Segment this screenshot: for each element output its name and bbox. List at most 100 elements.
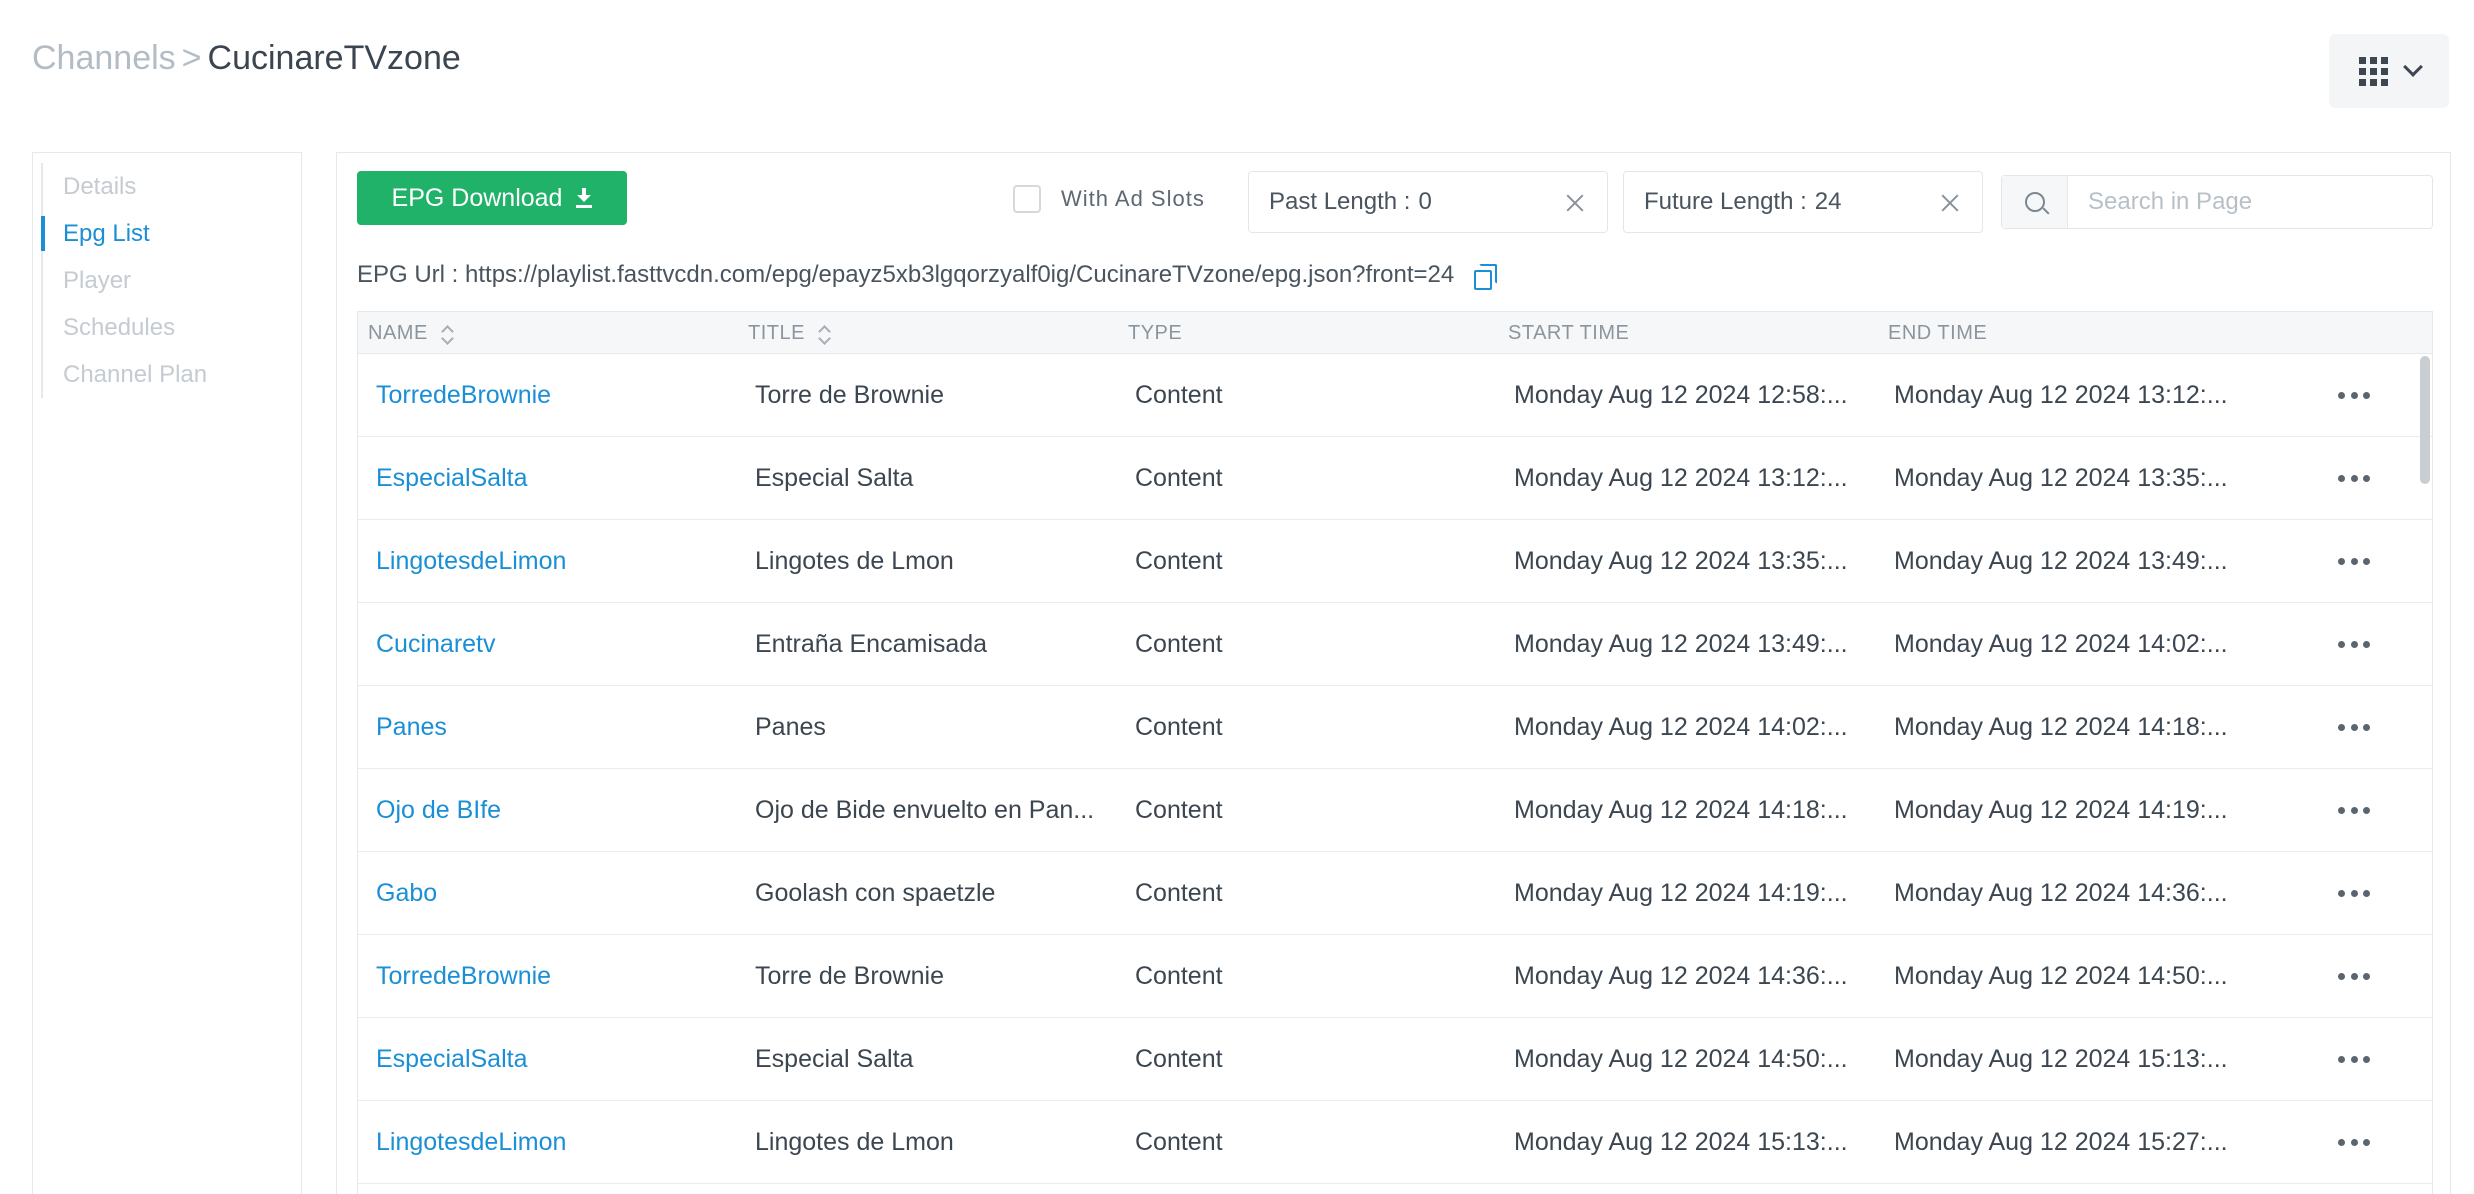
with-ad-slots-toggle[interactable]: With Ad Slots [1013, 185, 1205, 213]
column-header-name-label: NAME [368, 322, 428, 344]
sort-icon[interactable] [819, 324, 829, 344]
table-row: Ojo de BIfe Ojo de Bide envuelto en Pan.… [358, 769, 2432, 852]
column-header-title[interactable]: TITLE [748, 322, 829, 345]
chevron-down-icon [2402, 57, 2423, 77]
row-end-time: Monday Aug 12 2024 14:18:... [1894, 713, 2228, 741]
with-ad-slots-checkbox[interactable] [1013, 185, 1041, 213]
table-row: Gabo Goolash con spaetzle Content Monday… [358, 852, 2432, 935]
more-horizontal-icon[interactable] [2338, 1049, 2370, 1069]
row-start-time: Monday Aug 12 2024 13:12:... [1514, 464, 1848, 492]
more-horizontal-icon[interactable] [2338, 1132, 2370, 1152]
table-row: TorredeBrownie Torre de Brownie Content … [358, 935, 2432, 1018]
epg-url-row: EPG Url : https://playlist.fasttvcdn.com… [357, 261, 1498, 290]
table-header: NAME TITLE TYPE START TIME END TIME [358, 312, 2432, 354]
search-input[interactable] [2068, 176, 2432, 228]
copy-icon[interactable] [1472, 263, 1498, 290]
row-title: Entraña Encamisada [755, 630, 988, 658]
apps-grid-icon [2358, 56, 2388, 86]
epg-url-value: https://playlist.fasttvcdn.com/epg/epayz… [465, 261, 1455, 288]
column-header-title-label: TITLE [748, 322, 805, 344]
more-horizontal-icon[interactable] [2338, 385, 2370, 405]
table-scrollbar[interactable] [2420, 356, 2430, 1194]
more-horizontal-icon[interactable] [2338, 883, 2370, 903]
table-row: EspecialSalta Especial Salta Content Mon… [358, 437, 2432, 520]
more-horizontal-icon[interactable] [2338, 551, 2370, 571]
more-horizontal-icon[interactable] [2338, 717, 2370, 737]
row-name-link[interactable]: Ojo de BIfe [376, 769, 501, 851]
table-body: TorredeBrownie Torre de Brownie Content … [358, 354, 2432, 1184]
with-ad-slots-label: With Ad Slots [1061, 186, 1205, 211]
column-header-type-label: TYPE [1128, 322, 1183, 344]
row-end-time: Monday Aug 12 2024 15:27:... [1894, 1128, 2228, 1156]
table-row: TorredeBrownie Torre de Brownie Content … [358, 354, 2432, 437]
sort-icon[interactable] [442, 324, 452, 344]
row-start-time: Monday Aug 12 2024 12:58:... [1514, 381, 1848, 409]
row-start-time: Monday Aug 12 2024 14:02:... [1514, 713, 1848, 741]
row-name-link[interactable]: EspecialSalta [376, 437, 527, 519]
row-type: Content [1135, 630, 1223, 658]
epg-table: NAME TITLE TYPE START TIME END TIME Torr… [357, 311, 2433, 1194]
epg-list-panel: EPG Download With Ad Slots Past Length :… [336, 152, 2451, 1194]
search-icon [2024, 192, 2045, 212]
breadcrumb-channels-link[interactable]: Channels [32, 39, 176, 77]
scrollbar-thumb[interactable] [2420, 356, 2430, 484]
row-type: Content [1135, 796, 1223, 824]
sidebar-item-schedules[interactable]: Schedules [43, 304, 207, 351]
row-title: Goolash con spaetzle [755, 879, 996, 907]
row-end-time: Monday Aug 12 2024 14:19:... [1894, 796, 2228, 824]
row-name-link[interactable]: Panes [376, 686, 447, 768]
row-end-time: Monday Aug 12 2024 13:12:... [1894, 381, 2228, 409]
row-title: Especial Salta [755, 1045, 914, 1073]
clear-future-length-icon[interactable] [1938, 191, 1962, 215]
row-type: Content [1135, 381, 1223, 409]
row-title: Lingotes de Lmon [755, 1128, 954, 1156]
past-length-field[interactable]: Past Length : 0 [1248, 171, 1608, 233]
row-name-link[interactable]: EspecialSalta [376, 1018, 527, 1100]
row-end-time: Monday Aug 12 2024 14:02:... [1894, 630, 2228, 658]
row-name-link[interactable]: LingotesdeLimon [376, 1101, 566, 1183]
row-start-time: Monday Aug 12 2024 13:35:... [1514, 547, 1848, 575]
column-header-end-time: END TIME [1888, 322, 1987, 345]
row-name-link[interactable]: TorredeBrownie [376, 935, 551, 1017]
column-header-start-time: START TIME [1508, 322, 1629, 345]
more-horizontal-icon[interactable] [2338, 468, 2370, 488]
column-header-name[interactable]: NAME [368, 322, 452, 345]
row-type: Content [1135, 879, 1223, 907]
row-title: Especial Salta [755, 464, 914, 492]
row-name-link[interactable]: Gabo [376, 852, 437, 934]
sidebar-item-channel-plan[interactable]: Channel Plan [43, 351, 207, 398]
sidebar-item-player[interactable]: Player [43, 257, 207, 304]
more-horizontal-icon[interactable] [2338, 966, 2370, 986]
sidebar-item-details[interactable]: Details [43, 163, 207, 210]
future-length-value[interactable]: 24 [1815, 188, 1842, 216]
more-horizontal-icon[interactable] [2338, 800, 2370, 820]
table-row: LingotesdeLimon Lingotes de Lmon Content… [358, 1101, 2432, 1184]
table-row: Panes Panes Content Monday Aug 12 2024 1… [358, 686, 2432, 769]
more-horizontal-icon[interactable] [2338, 634, 2370, 654]
row-type: Content [1135, 1045, 1223, 1073]
column-header-end-time-label: END TIME [1888, 322, 1988, 344]
sidebar-item-epg-list[interactable]: Epg List [40, 210, 207, 257]
epg-download-button[interactable]: EPG Download [357, 171, 627, 225]
epg-download-label: EPG Download [391, 183, 563, 212]
table-row: Cucinaretv Entraña Encamisada Content Mo… [358, 603, 2432, 686]
row-name-link[interactable]: Cucinaretv [376, 603, 496, 685]
future-length-field[interactable]: Future Length : 24 [1623, 171, 1983, 233]
row-end-time: Monday Aug 12 2024 14:36:... [1894, 879, 2228, 907]
row-name-link[interactable]: LingotesdeLimon [376, 520, 566, 602]
future-length-label: Future Length : [1644, 188, 1807, 215]
search-button[interactable] [2002, 176, 2068, 228]
row-start-time: Monday Aug 12 2024 14:18:... [1514, 796, 1848, 824]
row-title: Panes [755, 713, 826, 741]
sidebar: Details Epg List Player Schedules Channe… [32, 152, 302, 1194]
row-type: Content [1135, 962, 1223, 990]
row-name-link[interactable]: TorredeBrownie [376, 354, 551, 436]
row-type: Content [1135, 713, 1223, 741]
apps-switcher-button[interactable] [2329, 34, 2449, 108]
column-header-start-time-label: START TIME [1508, 322, 1630, 344]
breadcrumb: Channels > CucinareTVzone [32, 34, 461, 82]
past-length-value[interactable]: 0 [1418, 188, 1431, 216]
row-type: Content [1135, 464, 1223, 492]
row-start-time: Monday Aug 12 2024 14:36:... [1514, 962, 1848, 990]
clear-past-length-icon[interactable] [1563, 191, 1587, 215]
